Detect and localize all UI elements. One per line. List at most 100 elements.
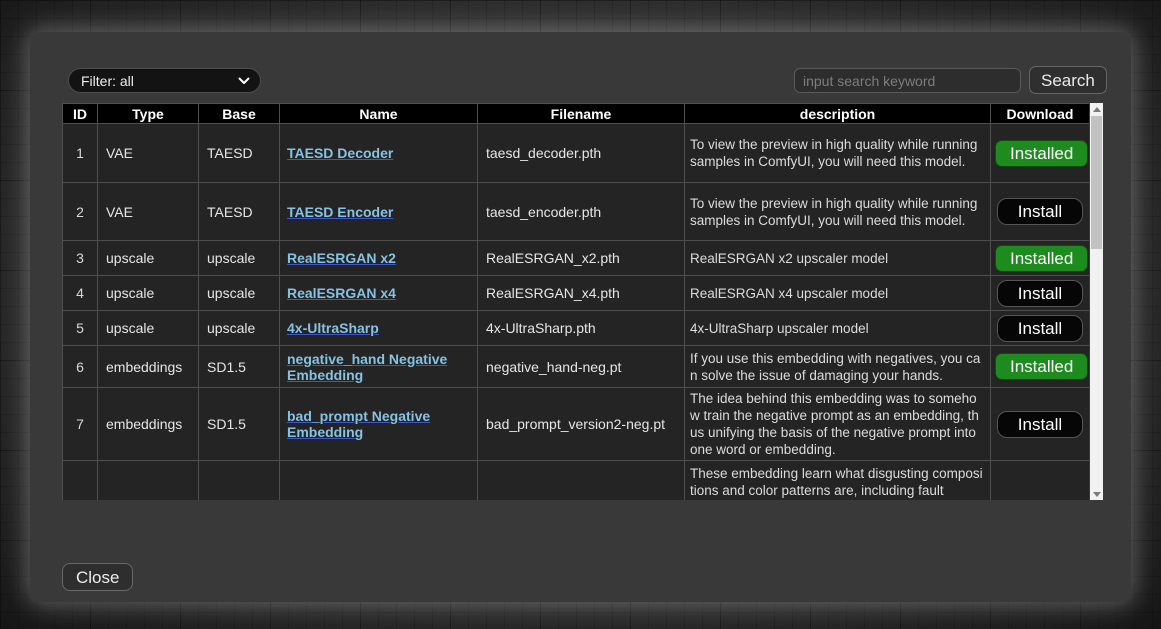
cell-filename: negative_hand-neg.pt xyxy=(478,346,685,388)
cell-filename: RealESRGAN_x4.pth xyxy=(478,276,685,311)
cell-id xyxy=(63,461,98,501)
model-name-link[interactable]: TAESD Decoder xyxy=(287,145,393,161)
cell-download: Installed xyxy=(991,124,1090,183)
filter-select[interactable]: Filter: all xyxy=(68,68,261,93)
scroll-down-arrow-icon[interactable] xyxy=(1090,488,1103,500)
cell-id: 3 xyxy=(63,241,98,276)
cell-name: bad_prompt Negative Embedding xyxy=(280,388,478,461)
cell-description: To view the preview in high quality whil… xyxy=(685,124,991,183)
cell-id: 2 xyxy=(63,183,98,241)
table-row: 3 upscale upscale RealESRGAN x2 RealESRG… xyxy=(63,241,1090,276)
column-header-name: Name xyxy=(280,104,478,124)
filter-select-value: Filter: all xyxy=(81,73,238,89)
cell-description: The idea behind this embedding was to so… xyxy=(685,388,991,461)
models-table-area: ID Type Base Name Filename description D… xyxy=(62,103,1103,500)
model-name-link[interactable]: 4x-UltraSharp xyxy=(287,320,379,336)
cell-description: 4x-UltraSharp upscaler model xyxy=(685,311,991,346)
cell-filename: bad_prompt_version2-neg.pt xyxy=(478,388,685,461)
cell-id: 4 xyxy=(63,276,98,311)
model-name-link[interactable]: RealESRGAN x2 xyxy=(287,250,396,266)
table-row: 5 upscale upscale 4x-UltraSharp 4x-Ultra… xyxy=(63,311,1090,346)
column-header-description: description xyxy=(685,104,991,124)
cell-name: RealESRGAN x2 xyxy=(280,241,478,276)
scrollbar-thumb[interactable] xyxy=(1091,116,1102,249)
cell-description: RealESRGAN x4 upscaler model xyxy=(685,276,991,311)
cell-type: embeddings xyxy=(98,346,199,388)
model-name-link[interactable]: RealESRGAN x4 xyxy=(287,285,396,301)
cell-name: TAESD Encoder xyxy=(280,183,478,241)
cell-base: upscale xyxy=(199,311,280,346)
model-manager-dialog: Filter: all Search ID Type xyxy=(30,32,1131,602)
cell-base: SD1.5 xyxy=(199,388,280,461)
cell-filename: RealESRGAN_x2.pth xyxy=(478,241,685,276)
download-button[interactable]: Installed xyxy=(995,140,1088,167)
table-row: 6 embeddings SD1.5 negative_hand Negativ… xyxy=(63,346,1090,388)
models-table-body: 1 VAE TAESD TAESD Decoder taesd_decoder.… xyxy=(63,124,1090,501)
column-header-download: Download xyxy=(991,104,1090,124)
cell-base: upscale xyxy=(199,276,280,311)
cell-description: RealESRGAN x2 upscaler model xyxy=(685,241,991,276)
scroll-up-arrow-icon[interactable] xyxy=(1090,103,1103,115)
download-button[interactable]: Install xyxy=(997,411,1083,438)
cell-type: upscale xyxy=(98,276,199,311)
model-name-link[interactable]: TAESD Encoder xyxy=(287,204,393,220)
cell-id: 5 xyxy=(63,311,98,346)
cell-type: upscale xyxy=(98,241,199,276)
cell-filename: taesd_decoder.pth xyxy=(478,124,685,183)
cell-download: Install xyxy=(991,388,1090,461)
column-header-filename: Filename xyxy=(478,104,685,124)
cell-id: 6 xyxy=(63,346,98,388)
download-button[interactable]: Install xyxy=(997,315,1083,342)
table-row: 2 VAE TAESD TAESD Encoder taesd_encoder.… xyxy=(63,183,1090,241)
download-button[interactable]: Install xyxy=(997,280,1083,307)
models-table: ID Type Base Name Filename description D… xyxy=(62,103,1089,500)
chevron-down-icon xyxy=(238,77,250,85)
download-button[interactable]: Installed xyxy=(995,353,1088,380)
cell-download: Install xyxy=(991,183,1090,241)
cell-name: TAESD Decoder xyxy=(280,124,478,183)
model-name-link[interactable]: bad_prompt Negative Embedding xyxy=(287,408,430,440)
cell-type xyxy=(98,461,199,501)
cell-base: SD1.5 xyxy=(199,346,280,388)
cell-type: upscale xyxy=(98,311,199,346)
table-row: 7 embeddings SD1.5 bad_prompt Negative E… xyxy=(63,388,1090,461)
cell-filename: 4x-UltraSharp.pth xyxy=(478,311,685,346)
cell-description: If you use this embedding with negatives… xyxy=(685,346,991,388)
download-button[interactable]: Installed xyxy=(995,245,1088,272)
cell-name: RealESRGAN x4 xyxy=(280,276,478,311)
close-button[interactable]: Close xyxy=(62,563,133,591)
table-row: 4 upscale upscale RealESRGAN x4 RealESRG… xyxy=(63,276,1090,311)
search-input[interactable] xyxy=(794,68,1021,93)
cell-download: Installed xyxy=(991,346,1090,388)
cell-base: TAESD xyxy=(199,124,280,183)
cell-name: 4x-UltraSharp xyxy=(280,311,478,346)
cell-download xyxy=(991,461,1090,501)
table-scrollbar[interactable] xyxy=(1090,103,1103,500)
cell-id: 7 xyxy=(63,388,98,461)
cell-type: VAE xyxy=(98,183,199,241)
cell-description: These embedding learn what disgusting co… xyxy=(685,461,991,501)
models-table-viewport: ID Type Base Name Filename description D… xyxy=(62,103,1089,500)
cell-type: VAE xyxy=(98,124,199,183)
cell-download: Installed xyxy=(991,241,1090,276)
cell-base: TAESD xyxy=(199,183,280,241)
download-button[interactable]: Install xyxy=(997,198,1083,225)
cell-base xyxy=(199,461,280,501)
search-button[interactable]: Search xyxy=(1029,66,1107,94)
table-header-row: ID Type Base Name Filename description D… xyxy=(63,104,1090,124)
cell-download: Install xyxy=(991,311,1090,346)
column-header-id: ID xyxy=(63,104,98,124)
cell-description: To view the preview in high quality whil… xyxy=(685,183,991,241)
table-row: 1 VAE TAESD TAESD Decoder taesd_decoder.… xyxy=(63,124,1090,183)
cell-base: upscale xyxy=(199,241,280,276)
table-row: These embedding learn what disgusting co… xyxy=(63,461,1090,501)
cell-type: embeddings xyxy=(98,388,199,461)
cell-filename xyxy=(478,461,685,501)
canvas-background: Filter: all Search ID Type xyxy=(0,0,1161,629)
column-header-base: Base xyxy=(199,104,280,124)
cell-download: Install xyxy=(991,276,1090,311)
model-name-link[interactable]: negative_hand Negative Embedding xyxy=(287,351,447,383)
column-header-type: Type xyxy=(98,104,199,124)
cell-name: negative_hand Negative Embedding xyxy=(280,346,478,388)
cell-name xyxy=(280,461,478,501)
